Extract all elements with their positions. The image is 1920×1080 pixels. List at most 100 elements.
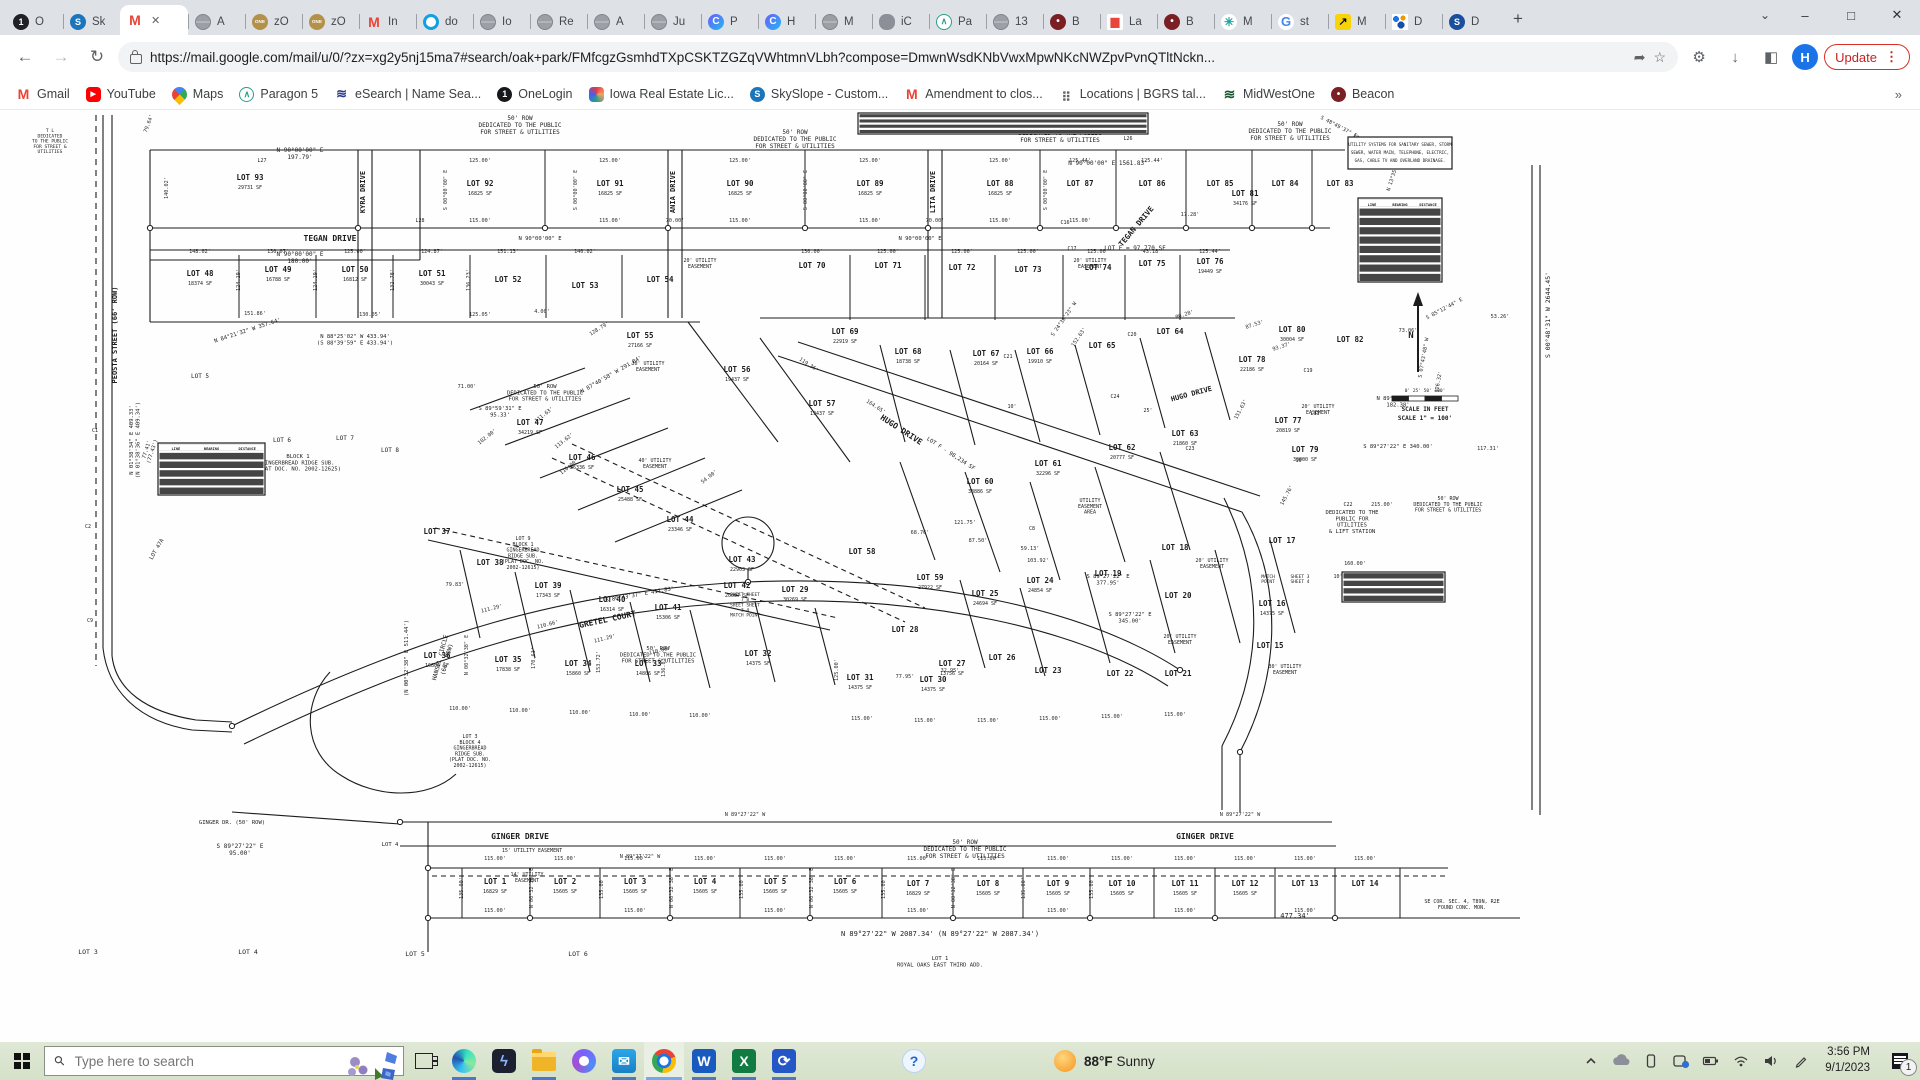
tab[interactable]: do xyxy=(416,8,473,35)
tab[interactable]: iC xyxy=(872,8,929,35)
taskbar-app-get-help[interactable]: ? xyxy=(894,1042,934,1080)
bookmark-star-icon[interactable]: ☆ xyxy=(1654,49,1667,66)
tab[interactable]: 1O xyxy=(6,8,63,35)
tab[interactable]: ✳M xyxy=(1214,8,1271,35)
esearch-icon: ≋ xyxy=(334,87,349,102)
tab[interactable]: Io xyxy=(473,8,530,35)
lot-area-24: 24854 SF xyxy=(1028,588,1052,594)
taskbar-app-word[interactable]: W xyxy=(684,1042,724,1080)
taskbar-app-edge[interactable] xyxy=(444,1042,484,1080)
tab[interactable]: Ju xyxy=(644,8,701,35)
taskbar-app-loop-app[interactable] xyxy=(564,1042,604,1080)
tab-search-chevron-icon[interactable]: ⌄ xyxy=(1748,0,1782,30)
tab[interactable]: Re xyxy=(530,8,587,35)
taskbar-clock[interactable]: 3:56 PM 9/1/2023 xyxy=(1817,1045,1878,1076)
tab[interactable]: CH xyxy=(758,8,815,35)
start-button[interactable] xyxy=(0,1042,44,1080)
tab[interactable]: MIn xyxy=(359,8,416,35)
bookmark-iowa-real-estate-lic[interactable]: Iowa Real Estate Lic... xyxy=(583,84,740,105)
tab[interactable]: ▆La xyxy=(1100,8,1157,35)
taskbar-app-screen-recorder[interactable]: ⟳ xyxy=(764,1042,804,1080)
teams-status-icon[interactable] xyxy=(1667,1042,1695,1080)
wifi-icon[interactable] xyxy=(1727,1042,1755,1080)
maximize-button[interactable]: □ xyxy=(1828,0,1874,30)
tab[interactable]: ↗M xyxy=(1328,8,1385,35)
map-annotation: SHEET SHEET7 8SHEET SHEET3 4MATCH POINT xyxy=(730,592,760,619)
lot-label-62: LOT 62 xyxy=(1108,443,1135,452)
tab[interactable]: M xyxy=(815,8,872,35)
back-button[interactable]: ← xyxy=(10,42,40,72)
update-button[interactable]: Update ⋮ xyxy=(1824,44,1910,70)
bookmark-amendment-to-clos[interactable]: MAmendment to clos... xyxy=(898,84,1048,105)
phone-link-icon[interactable] xyxy=(1637,1042,1665,1080)
notification-center-button[interactable]: 1 xyxy=(1880,1042,1920,1080)
survey-table: LINEBEARINGDISTANCE xyxy=(1358,198,1442,282)
tab-active[interactable]: M✕ xyxy=(120,5,188,35)
tab[interactable]: ∧Pa xyxy=(929,8,986,35)
tab[interactable]: •B xyxy=(1157,8,1214,35)
side-panel-icon[interactable]: ◧ xyxy=(1756,42,1786,72)
tab[interactable]: ONEzO xyxy=(245,8,302,35)
bookmark-midwestone[interactable]: ≋MidWestOne xyxy=(1216,84,1321,105)
tab[interactable]: CP xyxy=(701,8,758,35)
clock-time: 3:56 PM xyxy=(1825,1045,1870,1061)
tab[interactable]: SD xyxy=(1442,8,1499,35)
bookmark-paragon-5[interactable]: ∧Paragon 5 xyxy=(233,84,324,105)
search-highlights-decoration[interactable] xyxy=(345,1048,401,1080)
map-annotation: L13 xyxy=(1310,411,1319,417)
bookmark-beacon[interactable]: •Beacon xyxy=(1325,84,1400,105)
volume-icon[interactable] xyxy=(1757,1042,1785,1080)
browser-toolbar: ← → ↻ https://mail.google.com/mail/u/0/?… xyxy=(0,35,1920,79)
bookmark-maps[interactable]: Maps xyxy=(166,84,230,105)
taskbar-app-task-view[interactable] xyxy=(404,1042,444,1080)
tab-title: In xyxy=(388,16,398,28)
taskbar-app-chrome[interactable] xyxy=(644,1042,684,1080)
tab[interactable]: D xyxy=(1385,8,1442,35)
url-text[interactable]: https://mail.google.com/mail/u/0/?zx=xg2… xyxy=(150,50,1626,65)
plat-map-document[interactable]: LOT 9329731 SFLOT 9216825 SFLOT 9116825 … xyxy=(0,110,1920,1042)
globe-favicon xyxy=(651,14,667,30)
tab[interactable]: SSk xyxy=(63,8,120,35)
bookmark-gmail[interactable]: MGmail xyxy=(10,84,76,105)
reload-button[interactable]: ↻ xyxy=(82,42,112,72)
browser-menu-icon[interactable]: ⋮ xyxy=(1885,49,1899,65)
tab[interactable]: A xyxy=(188,8,245,35)
pen-icon[interactable] xyxy=(1787,1042,1815,1080)
taskbar-search[interactable]: ⚲ xyxy=(44,1046,404,1076)
taskbar-app-photos-app[interactable]: ϟ xyxy=(484,1042,524,1080)
new-tab-button[interactable]: + xyxy=(1505,6,1531,32)
bookmark-esearch-name-sea[interactable]: ≋eSearch | Name Sea... xyxy=(328,84,487,105)
bookmark-youtube[interactable]: ▶YouTube xyxy=(80,84,162,105)
downloads-icon[interactable]: ↓ xyxy=(1720,42,1750,72)
taskbar-app-file-explorer[interactable] xyxy=(524,1042,564,1080)
tab[interactable]: •B xyxy=(1043,8,1100,35)
lot-label-29: LOT 29 xyxy=(781,585,809,594)
map-annotation: 30' UTILITYEASEMENT xyxy=(1268,664,1301,676)
taskbar-app-mail[interactable]: ✉ xyxy=(604,1042,644,1080)
ssl-lock-icon[interactable] xyxy=(130,54,142,64)
bookmark-onelogin[interactable]: 1OneLogin xyxy=(491,84,578,105)
profile-avatar[interactable]: H xyxy=(1792,44,1818,70)
bookmark-skyslope-custom[interactable]: SSkySlope - Custom... xyxy=(744,84,894,105)
share-icon[interactable]: ➦ xyxy=(1634,49,1646,66)
tab-close-icon[interactable]: ✕ xyxy=(151,14,160,27)
taskbar-weather-widget[interactable]: 88°F Sunny xyxy=(1054,1050,1155,1072)
tab[interactable]: 13 xyxy=(986,8,1043,35)
close-button[interactable]: ✕ xyxy=(1874,0,1920,30)
grid-icon: ⣶ xyxy=(1059,87,1074,102)
tray-chevron-icon[interactable] xyxy=(1577,1042,1605,1080)
lot-label-1: LOT 1 xyxy=(484,877,507,886)
tab[interactable]: Gst xyxy=(1271,8,1328,35)
bookmark-locations-bgrs-tal[interactable]: ⣶Locations | BGRS tal... xyxy=(1053,84,1212,105)
address-bar[interactable]: https://mail.google.com/mail/u/0/?zx=xg2… xyxy=(118,42,1678,72)
extensions-puzzle-icon[interactable]: ⚙ xyxy=(1684,42,1714,72)
minimize-button[interactable]: – xyxy=(1782,0,1828,30)
dimension-label: S 85°12'44" E xyxy=(1425,297,1464,321)
taskbar-app-excel[interactable]: X xyxy=(724,1042,764,1080)
bookmarks-overflow-chevron[interactable]: » xyxy=(1895,87,1910,102)
forward-button[interactable]: → xyxy=(46,42,76,72)
tab[interactable]: ONEzO xyxy=(302,8,359,35)
onedrive-cloud-icon[interactable] xyxy=(1607,1042,1635,1080)
battery-icon[interactable] xyxy=(1697,1042,1725,1080)
tab[interactable]: A xyxy=(587,8,644,35)
